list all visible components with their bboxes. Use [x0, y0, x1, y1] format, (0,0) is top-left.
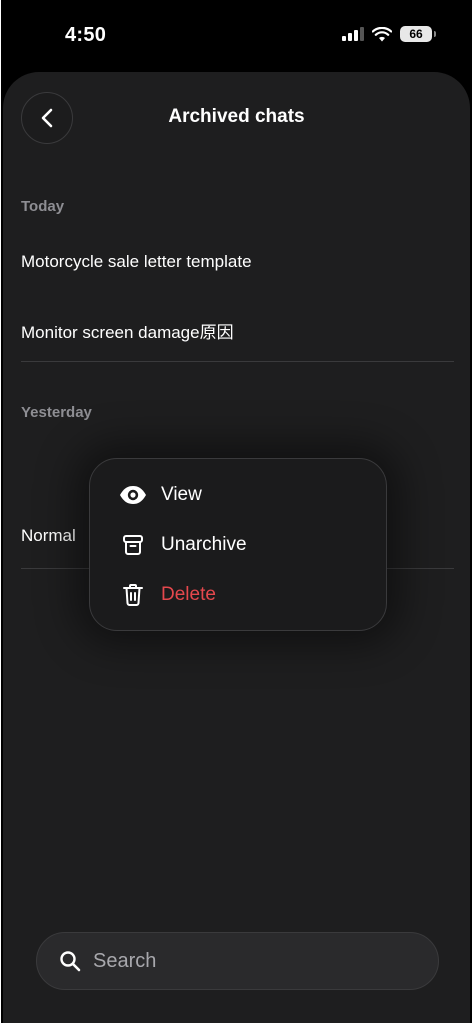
- divider: [21, 361, 454, 362]
- menu-label: Unarchive: [161, 534, 247, 555]
- cellular-signal-icon: [342, 27, 364, 41]
- menu-label: Delete: [161, 584, 216, 605]
- search-icon: [60, 951, 81, 972]
- menu-item-delete[interactable]: Delete: [90, 573, 386, 617]
- archive-box-icon: [118, 530, 148, 560]
- battery-icon: 66: [400, 26, 436, 42]
- context-menu: View Unarchive Delete: [89, 458, 387, 631]
- chat-item[interactable]: Monitor screen damage原因: [21, 318, 234, 343]
- menu-item-view[interactable]: View: [90, 473, 386, 517]
- status-time: 4:50: [65, 24, 107, 46]
- trash-icon: [118, 580, 148, 610]
- search-bar[interactable]: Search: [36, 932, 439, 990]
- phone-screen: 4:50 66 Archived chats Today Motorcycle …: [1, 0, 472, 1023]
- search-input[interactable]: Search: [93, 950, 156, 973]
- section-label-today: Today: [21, 198, 65, 215]
- battery-level: 66: [409, 27, 423, 41]
- status-bar: 4:50 66: [1, 0, 472, 72]
- chat-item[interactable]: Normal: [21, 526, 76, 546]
- wifi-icon: [372, 26, 392, 41]
- page-title: Archived chats: [168, 106, 305, 127]
- archived-chats-sheet: Archived chats Today Motorcycle sale let…: [3, 72, 470, 1023]
- chat-item[interactable]: Motorcycle sale letter template: [21, 252, 252, 272]
- section-label-yesterday: Yesterday: [21, 404, 92, 421]
- menu-label: View: [161, 484, 202, 505]
- eye-icon: [118, 480, 148, 510]
- status-icons: 66: [342, 26, 436, 42]
- menu-item-unarchive[interactable]: Unarchive: [90, 523, 386, 567]
